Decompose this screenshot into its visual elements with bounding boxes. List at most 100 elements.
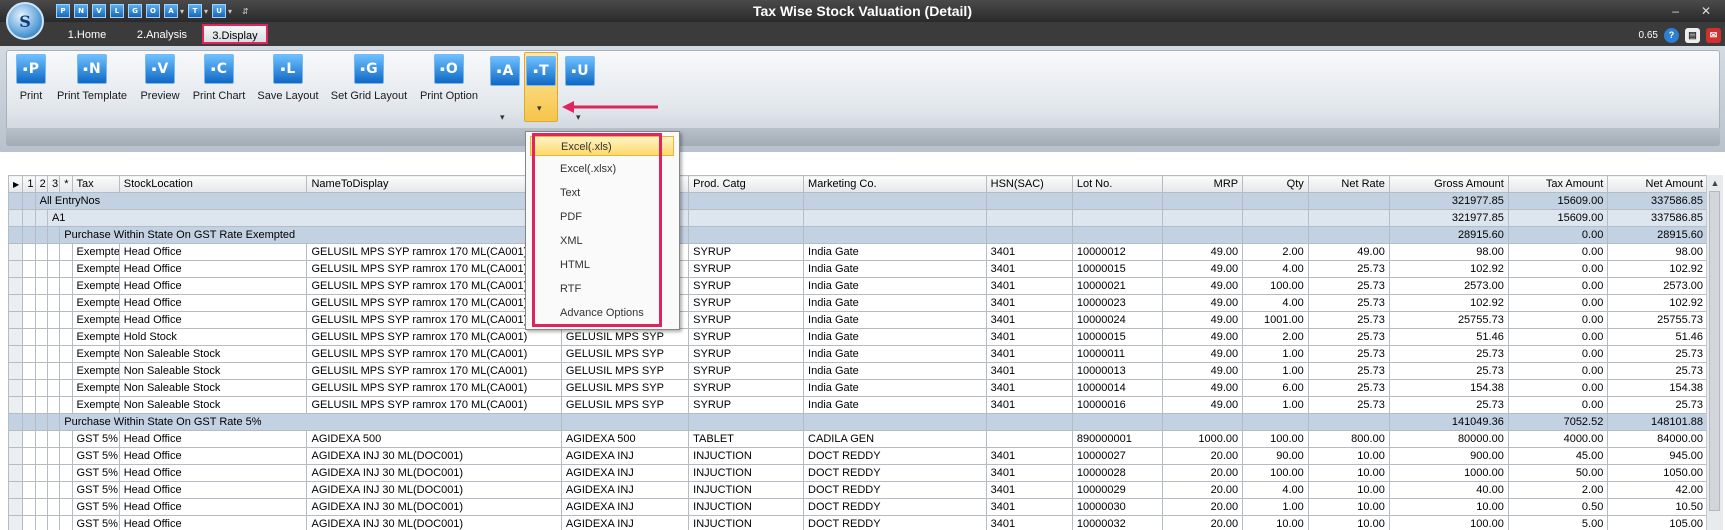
header-stock-location[interactable]: StockLocation [118, 175, 308, 193]
notes-icon[interactable]: ▤ [1685, 27, 1700, 43]
scroll-thumb[interactable] [1709, 191, 1720, 511]
table-row[interactable]: ExemptedHead OfficeGELUSIL MPS SYP ramro… [8, 294, 1708, 312]
menu-item-text[interactable]: Text [530, 183, 674, 203]
row-header-cell [8, 328, 24, 346]
print-chart-button[interactable]: ▪ C Print Chart [192, 54, 246, 102]
mrp-cell: 49.00 [1162, 362, 1244, 380]
indent-cell [22, 209, 36, 227]
net-rate-cell: 25.73 [1307, 362, 1390, 380]
menu-item-excel-xls[interactable]: Excel(.xls) [530, 136, 674, 156]
chevron-down-icon[interactable]: ▾ [537, 103, 542, 114]
tab-analysis[interactable]: 2.Analysis [132, 26, 192, 44]
status-tray: 0.65 ? ▤ ✉ [1639, 26, 1725, 44]
row-header-cell [8, 209, 24, 227]
net-amount-cell: 25.73 [1607, 396, 1708, 414]
stock-location-cell: Hold Stock [118, 328, 308, 346]
print-button[interactable]: ▪ P Print [14, 54, 48, 102]
table-row[interactable]: ExemptedHead OfficeGELUSIL MPS SYP ramro… [8, 243, 1708, 261]
header-level-2[interactable]: 2 [34, 175, 48, 193]
save-layout-button[interactable]: ▪ L Save Layout [256, 54, 320, 102]
menu-item-pdf[interactable]: PDF [530, 207, 674, 227]
header-lot-no[interactable]: Lot No. [1071, 175, 1164, 193]
menu-item-advance-options[interactable]: Advance Options [530, 303, 674, 323]
row-indicator[interactable]: ▶ [8, 175, 24, 193]
header-mrp[interactable]: MRP [1162, 175, 1244, 193]
lot-no-cell: 10000014 [1071, 379, 1164, 397]
menu-item-excel-xlsx[interactable]: Excel(.xlsx) [530, 159, 674, 179]
table-row[interactable]: ExemptedHold StockGELUSIL MPS SYP ramrox… [8, 328, 1708, 346]
table-row[interactable]: GST 5% Head Office AGIDEXA 500 AGIDEXA 500 T… [8, 430, 1708, 448]
group-row[interactable]: Purchase Within State On GST Rate 5% 1410… [8, 413, 1708, 431]
export-a-button[interactable]: ▪ A [488, 56, 522, 92]
group-row[interactable]: All EntryNos 321977.85 15609.00 337586.85 [8, 192, 1708, 210]
tab-display[interactable]: 3.Display [202, 24, 268, 44]
table-row[interactable]: ExemptedHead OfficeGELUSIL MPS SYP ramro… [8, 311, 1708, 329]
header-hsn[interactable]: HSN(SAC) [985, 175, 1073, 193]
header-qty[interactable]: Qty [1242, 175, 1309, 193]
header-level-star[interactable]: * [59, 175, 73, 193]
header-level-1[interactable]: 1 [22, 175, 36, 193]
lot-no-cell: 10000012 [1071, 243, 1164, 261]
header-level-3[interactable]: 3 [46, 175, 61, 193]
table-row[interactable]: ExemptedNon Saleable StockGELUSIL MPS SY… [8, 396, 1708, 414]
indent-cell [34, 481, 48, 499]
chevron-down-icon[interactable]: ▾ [576, 112, 581, 123]
menu-item-xml[interactable]: XML [530, 231, 674, 251]
net-amount-cell: 102.92 [1607, 294, 1708, 312]
row-header-cell [8, 192, 24, 210]
grid-cell [803, 226, 987, 244]
app-logo[interactable]: S [6, 2, 44, 40]
header-prod-catg[interactable]: Prod. Catg [688, 175, 805, 193]
header-net-rate[interactable]: Net Rate [1307, 175, 1390, 193]
close-icon[interactable]: ✕ [1701, 4, 1711, 18]
table-row[interactable]: GST 5% Head Office AGIDEXA INJ 30 ML(DOC00… [8, 447, 1708, 465]
tax-cell: Exempted [71, 243, 120, 261]
mrp-cell: 20.00 [1162, 498, 1244, 516]
exit-icon[interactable]: ✉ [1706, 27, 1721, 43]
table-row[interactable]: GST 5% Head Office AGIDEXA INJ 30 ML(DOC00… [8, 498, 1708, 516]
print-template-button[interactable]: ▪ N Print Template [56, 54, 128, 102]
indent-cell [59, 447, 73, 465]
menu-item-rtf[interactable]: RTF [530, 279, 674, 299]
print-option-button[interactable]: ▪ O Print Option [418, 54, 480, 102]
minimize-icon[interactable]: – [1672, 4, 1679, 18]
help-icon[interactable]: ? [1664, 27, 1679, 43]
net-amount-cell: 2573.00 [1607, 277, 1708, 295]
name-to-display-cell: GELUSIL MPS SYP ramrox 170 ML(CA001) [306, 260, 562, 278]
tax-amount-cell: 2.00 [1507, 481, 1609, 499]
header-gross-amount[interactable]: Gross Amount [1388, 175, 1509, 193]
table-row[interactable]: GST 5% Head Office AGIDEXA INJ 30 ML(DOC00… [8, 515, 1708, 530]
prod-catg-cell: SYRUP [688, 294, 805, 312]
scroll-up-icon[interactable]: ▲ [1707, 175, 1723, 191]
table-row[interactable]: GST 5% Head Office AGIDEXA INJ 30 ML(DOC00… [8, 464, 1708, 482]
table-row[interactable]: ExemptedHead OfficeGELUSIL MPS SYP ramro… [8, 260, 1708, 278]
export-u-button[interactable]: ▪ U [563, 56, 597, 92]
menu-item-html[interactable]: HTML [530, 255, 674, 275]
gross-amount-cell: 28915.60 [1388, 226, 1509, 244]
table-row[interactable]: ExemptedNon Saleable StockGELUSIL MPS SY… [8, 345, 1708, 363]
indent-cell [59, 260, 73, 278]
export-t-button[interactable]: ▪ T ▾ [524, 52, 558, 122]
table-row[interactable]: ExemptedNon Saleable StockGELUSIL MPS SY… [8, 379, 1708, 397]
preview-button[interactable]: ▪ V Preview [138, 54, 182, 102]
tab-home[interactable]: 1.Home [62, 26, 112, 44]
grid-cell [1242, 226, 1309, 244]
group-row[interactable]: Purchase Within State On GST Rate Exempt… [8, 226, 1708, 244]
table-row[interactable]: ExemptedNon Saleable StockGELUSIL MPS SY… [8, 362, 1708, 380]
header-net-amount[interactable]: Net Amount [1607, 175, 1708, 193]
prod-catg-cell: SYRUP [688, 277, 805, 295]
header-tax-amount[interactable]: Tax Amount [1507, 175, 1609, 193]
header-name-to-display[interactable]: NameToDisplay [306, 175, 562, 193]
vertical-scrollbar[interactable]: ▲ [1706, 175, 1723, 530]
header-marketing-co[interactable]: Marketing Co. [803, 175, 987, 193]
gross-amount-cell: 1000.00 [1388, 464, 1509, 482]
set-grid-layout-button[interactable]: ▪ G Set Grid Layout [330, 54, 408, 102]
header-tax[interactable]: Tax [71, 175, 120, 193]
data-grid[interactable]: ▶ 1 2 3 * Tax StockLocation NameToDispla… [8, 175, 1708, 530]
table-row[interactable]: GST 5% Head Office AGIDEXA INJ 30 ML(DOC00… [8, 481, 1708, 499]
table-row[interactable]: ExemptedHead OfficeGELUSIL MPS SYP ramro… [8, 277, 1708, 295]
group-row[interactable]: A1 321977.85 15609.00 337586.85 [8, 209, 1708, 227]
stock-location-cell: Non Saleable Stock [118, 362, 308, 380]
qty-cell: 100.00 [1242, 430, 1309, 448]
chevron-down-icon[interactable]: ▾ [500, 112, 505, 123]
